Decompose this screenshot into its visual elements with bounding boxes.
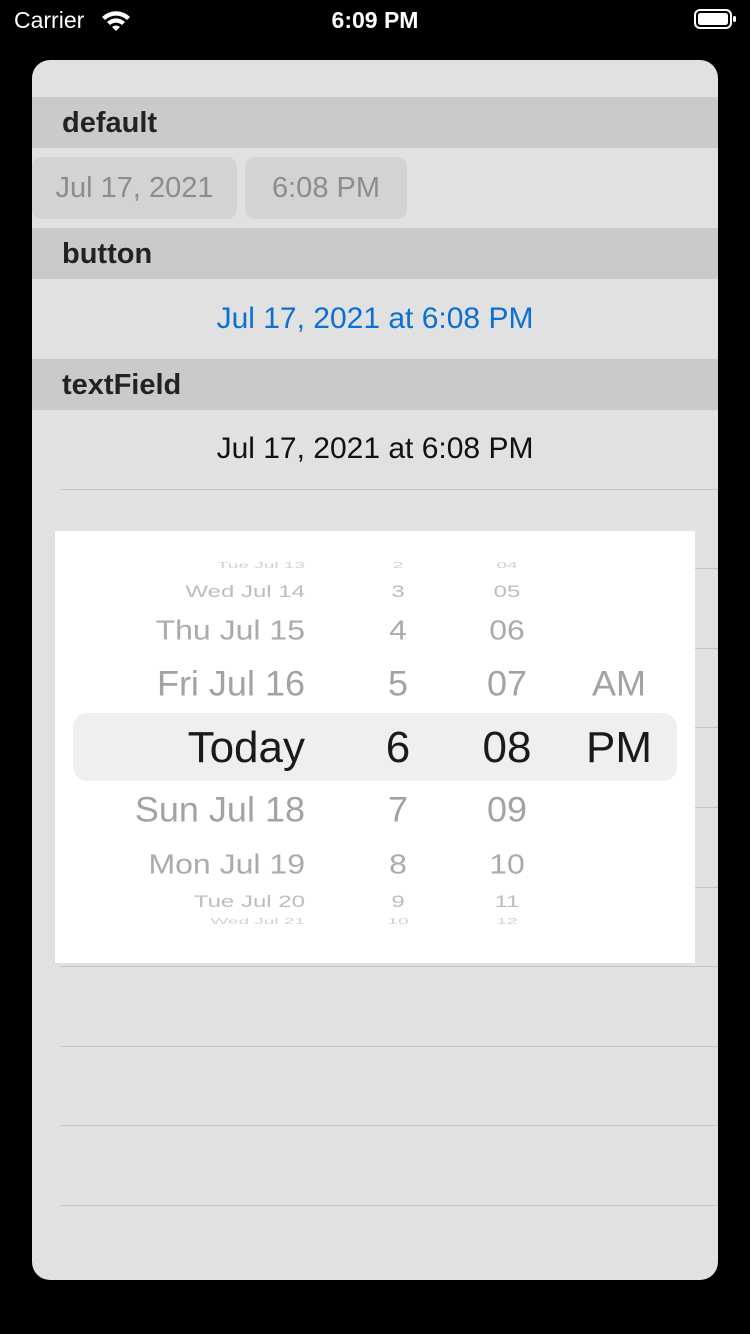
date-text-field[interactable]: Jul 17, 2021 at 6:08 PM xyxy=(32,432,718,466)
compact-time-button[interactable]: 6:08 PM xyxy=(245,157,407,219)
picker-day-item[interactable]: Wed Jul 21 xyxy=(65,917,305,926)
row-separator xyxy=(61,489,718,490)
row-separator xyxy=(61,1125,718,1126)
picker-day-item[interactable]: Wed Jul 14 xyxy=(65,583,305,601)
picker-hour-item[interactable]: 3 xyxy=(358,583,438,601)
row-separator xyxy=(61,1205,718,1206)
battery-icon xyxy=(694,9,736,29)
picker-minute-item[interactable]: 05 xyxy=(457,583,557,601)
picker-minute-item[interactable]: 10 xyxy=(457,850,557,878)
row-separator xyxy=(61,966,718,967)
section-header-button: button xyxy=(32,228,718,279)
section-title-default: default xyxy=(62,107,158,139)
picker-day-item[interactable]: Today xyxy=(65,726,305,770)
picker-minute-item[interactable]: 06 xyxy=(457,616,557,644)
picker-hour-item[interactable]: 6 xyxy=(358,726,438,770)
picker-hour-item[interactable]: 4 xyxy=(358,616,438,644)
picker-hour-item[interactable]: 9 xyxy=(358,893,438,911)
picker-meridiem-item[interactable]: AM xyxy=(569,666,669,702)
section-title-button: button xyxy=(62,238,153,270)
status-bar: Carrier 6:09 PM xyxy=(0,0,750,40)
section-header-default: default xyxy=(32,97,718,148)
picker-minute-item[interactable]: 07 xyxy=(457,666,557,702)
picker-minute-item[interactable]: 08 xyxy=(457,726,557,770)
status-time: 6:09 PM xyxy=(331,7,419,33)
picker-day-item[interactable]: Fri Jul 16 xyxy=(65,666,305,702)
picker-minute-item[interactable]: 04 xyxy=(457,561,557,570)
picker-hour-item[interactable]: 8 xyxy=(358,850,438,878)
picker-day-item[interactable]: Mon Jul 19 xyxy=(65,850,305,878)
picker-minute-item[interactable]: 09 xyxy=(457,792,557,828)
wheel-date-picker[interactable]: Tue Jul 13 Wed Jul 14 Thu Jul 15 Fri Jul 16… xyxy=(55,531,695,963)
picker-hour-item[interactable]: 2 xyxy=(358,561,438,570)
section-header-textfield: textField xyxy=(32,359,718,410)
picker-minute-item[interactable]: 12 xyxy=(457,917,557,926)
picker-day-item[interactable]: Sun Jul 18 xyxy=(65,792,305,828)
compact-date-button[interactable]: Jul 17, 2021 xyxy=(32,157,237,219)
picker-day-item[interactable]: Thu Jul 15 xyxy=(65,616,305,644)
picker-hour-item[interactable]: 5 xyxy=(358,666,438,702)
picker-day-item[interactable]: Tue Jul 13 xyxy=(65,561,305,570)
picker-hour-item[interactable]: 7 xyxy=(358,792,438,828)
row-separator xyxy=(61,1046,718,1047)
picker-day-item[interactable]: Tue Jul 20 xyxy=(65,893,305,911)
date-button[interactable]: Jul 17, 2021 at 6:08 PM xyxy=(32,302,718,336)
picker-hour-item[interactable]: 10 xyxy=(358,917,438,926)
picker-minute-item[interactable]: 11 xyxy=(457,893,557,911)
picker-meridiem-item[interactable]: PM xyxy=(569,726,669,770)
section-title-textfield: textField xyxy=(62,369,182,401)
